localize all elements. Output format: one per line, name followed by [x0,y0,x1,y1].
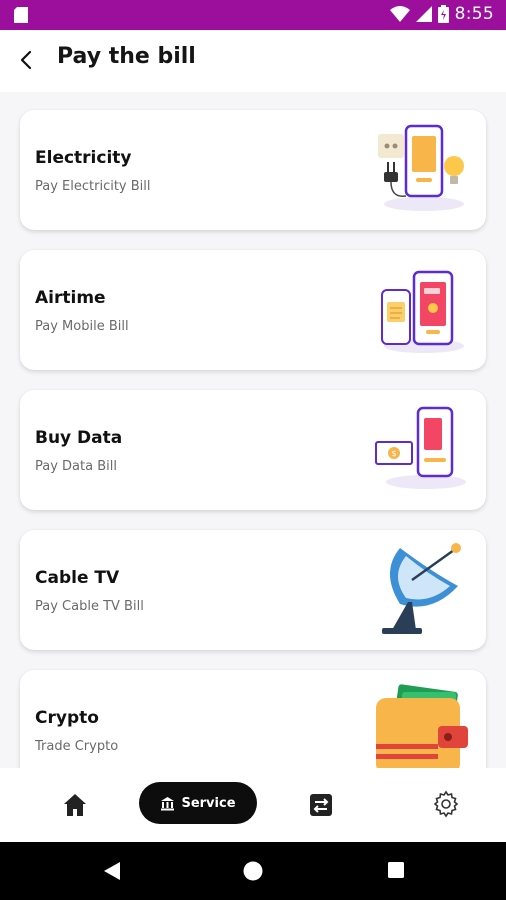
data-illustration: $ [375,406,466,489]
service-card-cable-tv[interactable]: Cable TV Pay Cable TV Bill [20,530,486,650]
home-icon [64,794,86,816]
service-title: Cable TV [35,568,120,588]
system-nav-bar [0,842,506,900]
service-subtitle: Pay Electricity Bill [35,179,151,194]
back-triangle-icon [104,862,120,880]
airtime-illustration [381,270,464,353]
nav-transfer[interactable] [308,792,334,822]
service-list: Electricity Pay Electricity Bill Airtime… [0,92,506,768]
service-title: Buy Data [35,428,123,448]
battery-icon [437,5,449,23]
transfer-icon [310,794,332,816]
service-card-airtime[interactable]: Airtime Pay Mobile Bill [20,250,486,370]
recents-square-icon [388,862,404,878]
service-title: Crypto [35,708,99,728]
service-card-buy-data[interactable]: Buy Data Pay Data Bill $ [20,390,486,510]
electricity-illustration [378,124,464,211]
service-subtitle: Pay Mobile Bill [35,319,129,334]
service-subtitle: Pay Data Bill [35,459,117,474]
wallet-illustration [376,684,468,768]
satellite-dish-illustration [382,543,461,634]
service-subtitle: Pay Cable TV Bill [35,599,144,614]
nav-service[interactable]: Service [139,782,257,824]
bottom-nav: Service [0,768,506,842]
system-back-button[interactable] [103,861,121,885]
status-time: 8:55 [454,4,494,24]
wifi-icon [389,6,410,22]
bank-icon [161,796,175,810]
home-circle-icon [243,861,263,881]
app-header: Pay the bill [0,30,506,92]
signal-icon [415,6,432,22]
system-recents-button[interactable] [387,861,405,883]
gear-icon [433,790,459,818]
service-card-crypto[interactable]: Crypto Trade Crypto [20,670,486,768]
nav-home[interactable] [62,792,88,822]
service-subtitle: Trade Crypto [35,739,119,754]
nav-service-label: Service [181,795,236,811]
sim-card-icon [14,7,28,23]
page-title: Pay the bill [57,44,196,69]
system-home-button[interactable] [243,861,263,885]
nav-settings[interactable] [432,790,460,822]
svg-text:$: $ [391,449,396,458]
service-title: Airtime [35,288,106,308]
arrow-left-icon [20,50,32,70]
service-card-electricity[interactable]: Electricity Pay Electricity Bill [20,110,486,230]
status-bar: 8:55 [0,0,506,30]
back-button[interactable] [16,49,38,71]
service-title: Electricity [35,148,132,168]
